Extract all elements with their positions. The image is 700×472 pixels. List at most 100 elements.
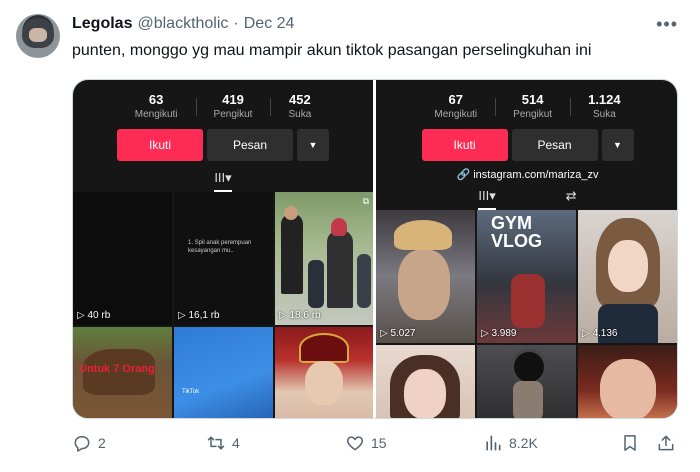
- multi-image-icon: ⧉: [362, 196, 369, 206]
- videos-grid-icon[interactable]: III▾: [478, 188, 496, 210]
- author-handle[interactable]: @blacktholic: [137, 15, 228, 33]
- profile-tabs: III▾: [73, 170, 373, 192]
- video-tile[interactable]: [376, 345, 475, 418]
- heart-icon: [346, 436, 364, 451]
- following-count: 67: [448, 92, 463, 107]
- tweet-date[interactable]: Dec 24: [244, 15, 295, 33]
- more-options-icon[interactable]: •••: [656, 14, 678, 35]
- followers-label: Pengikut: [513, 109, 553, 120]
- bookmark-button[interactable]: [620, 433, 640, 453]
- tiktok-profile-right: 67 Mengikuti 514 Pengikut 1.124 Suka Iku…: [376, 80, 677, 418]
- gym-equipment-shape: [511, 349, 547, 385]
- likes-count: 1.124: [588, 92, 621, 107]
- tweet-header: Legolas @blacktholic · Dec 24: [72, 15, 294, 33]
- reply-icon: [74, 436, 90, 452]
- video-tile[interactable]: ▷ 5.027: [376, 210, 475, 343]
- child-figure: [308, 260, 324, 308]
- avatar[interactable]: [16, 14, 60, 58]
- video-tile[interactable]: [275, 327, 373, 418]
- avatar-face: [29, 28, 47, 42]
- video-overlay-text: GYM VLOG: [491, 213, 543, 251]
- video-tile[interactable]: ▷ 4.136: [578, 210, 677, 343]
- retweet-icon: [207, 436, 225, 450]
- video-tile[interactable]: GYM VLOG ▷ 3.989: [477, 210, 576, 343]
- person-head: [284, 206, 298, 220]
- share-icon: [658, 435, 674, 451]
- headdress-shape: [299, 333, 349, 363]
- message-button[interactable]: Pesan: [511, 129, 598, 161]
- person-hijab: [331, 218, 347, 236]
- stat-following: 63 Mengikuti: [117, 92, 196, 120]
- face-shape: [404, 369, 446, 418]
- tweet-action-bar: 2 4 15 8.2K: [72, 433, 678, 457]
- dropdown-icon[interactable]: ▼: [601, 129, 634, 161]
- video-tile[interactable]: TikTok: [174, 327, 273, 418]
- profile-buttons: Ikuti Pesan ▼: [376, 129, 677, 161]
- video-overlay-text: TikTok: [182, 389, 200, 395]
- video-grid: ▷ 5.027 GYM VLOG ▷ 3.989 ▷ 4.136: [376, 210, 677, 418]
- video-tile[interactable]: 1. Spil anak perempuan kesayangan mu.. ▷…: [174, 192, 273, 325]
- message-button[interactable]: Pesan: [207, 129, 293, 161]
- retweet-button[interactable]: 4: [206, 433, 240, 453]
- profile-stats: 67 Mengikuti 514 Pengikut 1.124 Suka: [376, 92, 677, 120]
- author-name[interactable]: Legolas: [72, 15, 132, 33]
- video-tile[interactable]: [578, 345, 677, 418]
- video-overlay-text: Untuk 7 Orang: [79, 363, 155, 375]
- tweet-text: punten, monggo yg mau mampir akun tiktok…: [72, 42, 592, 59]
- video-views: ▷ 5.027: [380, 328, 416, 339]
- person-figure: [327, 230, 353, 308]
- tweet-media[interactable]: 63 Mengikuti 419 Pengikut 452 Suka Ikuti…: [72, 79, 678, 419]
- video-caption: 1. Spil anak perempuan kesayangan mu..: [188, 240, 252, 254]
- retweet-count: 4: [232, 435, 240, 451]
- stat-likes: 452 Suka: [270, 92, 329, 120]
- follow-button[interactable]: Ikuti: [117, 129, 203, 161]
- analytics-icon: [486, 435, 501, 451]
- person-figure: [281, 214, 303, 294]
- share-button[interactable]: [656, 433, 676, 453]
- face-shape: [608, 240, 648, 292]
- video-tile[interactable]: ⧉ ▷ 18,6 rb: [275, 192, 373, 325]
- bookmark-icon: [624, 435, 636, 451]
- video-views: ▷ 3.989: [481, 328, 517, 339]
- profile-link[interactable]: 🔗 instagram.com/mariza_zv: [376, 168, 677, 181]
- blurred-figure: [398, 250, 450, 320]
- video-tile[interactable]: ▷ 40 rb: [73, 192, 172, 325]
- separator-dot: ·: [233, 15, 239, 32]
- followers-count: 514: [521, 92, 544, 107]
- likes-label: Suka: [288, 109, 312, 120]
- following-label: Mengikuti: [434, 109, 478, 120]
- gym-figure: [511, 274, 545, 328]
- dropdown-icon[interactable]: ▼: [297, 129, 329, 161]
- stat-followers: 419 Pengikut: [195, 92, 271, 120]
- video-views: ▷ 18,6 rb: [279, 310, 321, 321]
- stat-followers: 514 Pengikut: [495, 92, 570, 120]
- reply-button[interactable]: 2: [72, 433, 106, 453]
- video-tile[interactable]: Untuk 7 Orang: [73, 327, 172, 418]
- hat-shape: [394, 220, 452, 250]
- video-views: ▷ 16,1 rb: [178, 310, 220, 321]
- person-figure: [513, 381, 543, 418]
- view-count: 8.2K: [509, 435, 538, 451]
- followers-count: 419: [222, 92, 244, 107]
- stat-following: 67 Mengikuti: [416, 92, 495, 120]
- profile-link-text: instagram.com/mariza_zv: [473, 169, 599, 181]
- following-label: Mengikuti: [134, 109, 178, 120]
- videos-grid-icon[interactable]: III▾: [214, 170, 232, 192]
- reply-count: 2: [98, 435, 106, 451]
- face-shape: [305, 361, 343, 405]
- likes-count: 452: [289, 92, 311, 107]
- repost-icon[interactable]: ⇄: [566, 188, 577, 210]
- child-figure: [357, 254, 371, 308]
- followers-label: Pengikut: [213, 109, 253, 120]
- profile-buttons: Ikuti Pesan ▼: [73, 129, 373, 161]
- likes-label: Suka: [592, 109, 616, 120]
- views-button[interactable]: 8.2K: [483, 433, 538, 453]
- profile-stats: 63 Mengikuti 419 Pengikut 452 Suka: [73, 92, 373, 120]
- video-tile[interactable]: [477, 345, 576, 418]
- link-icon: 🔗: [456, 169, 471, 181]
- follow-button[interactable]: Ikuti: [421, 129, 508, 161]
- like-button[interactable]: 15: [345, 433, 387, 453]
- like-count: 15: [371, 435, 387, 451]
- tiktok-profile-left: 63 Mengikuti 419 Pengikut 452 Suka Ikuti…: [73, 80, 373, 418]
- video-grid: ▷ 40 rb 1. Spil anak perempuan kesayanga…: [73, 192, 373, 418]
